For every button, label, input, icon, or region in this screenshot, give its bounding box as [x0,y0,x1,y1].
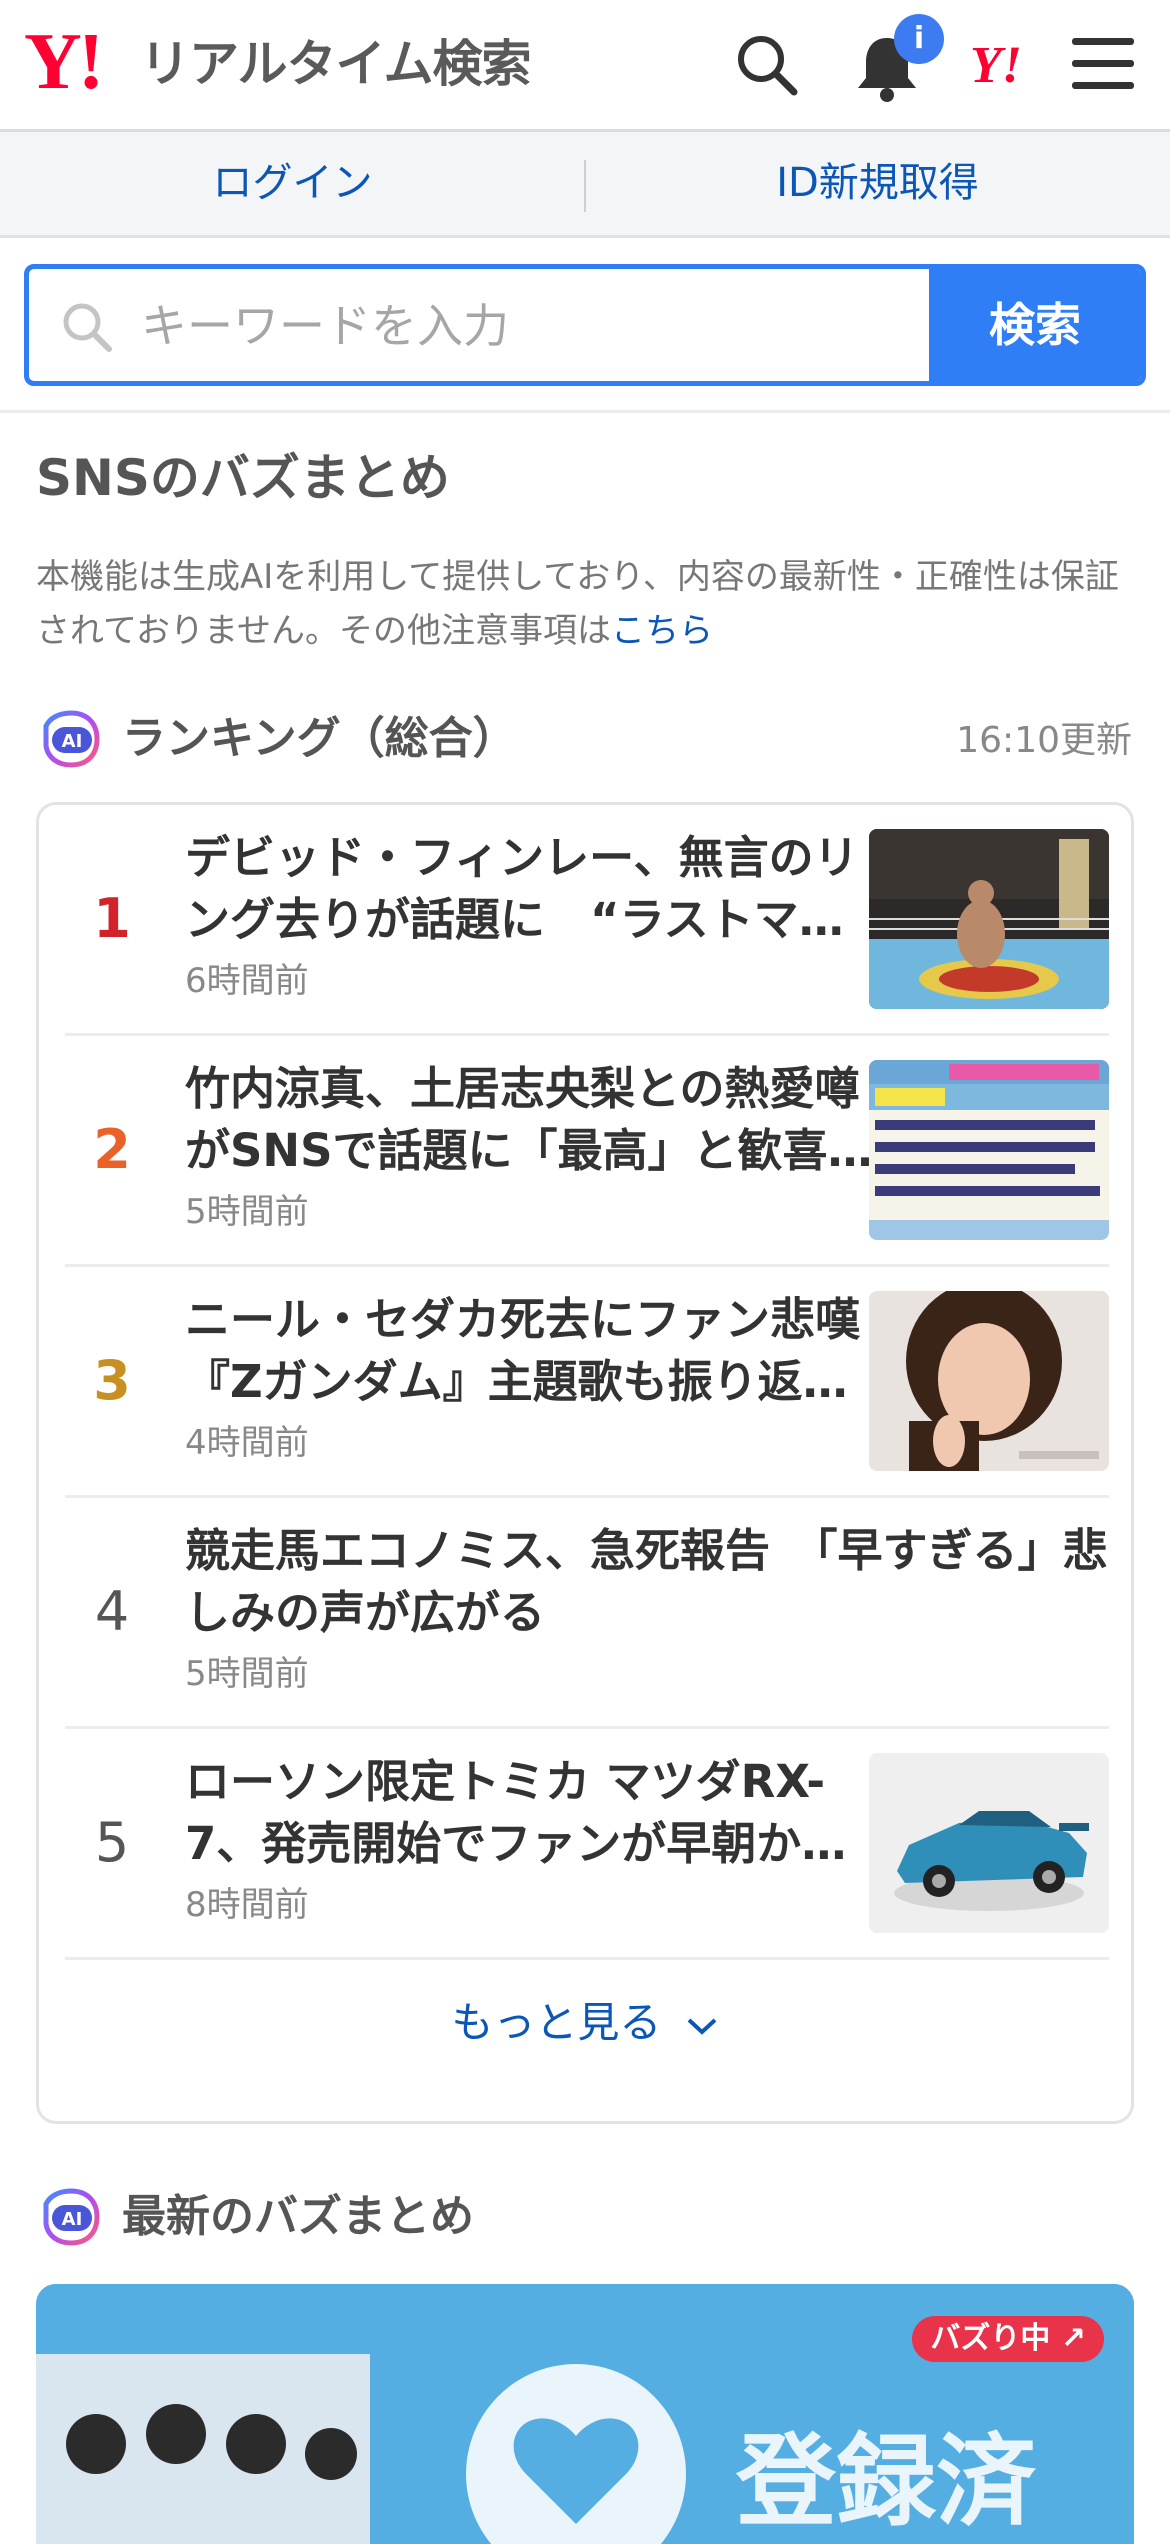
buzz-badge-label: バズり中 [930,2321,1051,2356]
ranking-item-title[interactable]: 竹内涼真、土居志央梨との熱愛噂がSNSで話題に「最高」と歓喜の声 [185,1058,885,1182]
rank-number: 3 [93,1349,131,1412]
ranking-item[interactable]: 1 デビッド・フィンレー、無言のリング去りが話題に “ラストマッチ” 6時間前 [65,805,1109,1036]
latest-overlay-text: 登録済 [735,2423,1037,2540]
ranking-updated-time: 16:10更新 [956,720,1132,761]
app-header: Y! リアルタイム検索 i Y! [0,0,1170,132]
ranking-item-time: 8時間前 [185,1885,309,1925]
ai-disclaimer: 本機能は生成AIを利用して提供しており、内容の最新性・正確性は保証されておりませ… [36,550,1136,658]
service-title[interactable]: リアルタイム検索 [140,34,531,94]
ranking-item-title[interactable]: 競走馬エコノミス、急死報告 「早すぎる」悲しみの声が広がる [185,1520,1115,1644]
ranking-item[interactable]: 2 竹内涼真、土居志央梨との熱愛噂がSNSで話題に「最高」と歓喜の声 5時間前 [65,1036,1109,1267]
trending-up-icon: ↗ [1060,2321,1086,2356]
ranking-item-time: 4時間前 [185,1423,309,1463]
rank-number: 2 [93,1118,131,1181]
login-link[interactable]: ログイン [0,132,585,235]
thumbnail-toy-car[interactable] [869,1753,1109,1933]
yahoo-logo-mark[interactable]: Y! [24,22,104,102]
ranking-title: ランキング（総合） [122,713,517,764]
ranking-item[interactable]: 4 競走馬エコノミス、急死報告 「早すぎる」悲しみの声が広がる 5時間前 [65,1498,1109,1729]
search-input[interactable] [139,269,943,381]
latest-header: AI 最新のバズまとめ [40,2186,840,2246]
thumbnail-idol-portrait[interactable] [869,1291,1109,1471]
thumbnail-wrestling-ring[interactable] [869,829,1109,1009]
disclaimer-link[interactable]: こちら [611,611,713,651]
ranking-item-title[interactable]: ニール・セダカ死去にファン悲嘆『Zガンダム』主題歌も振り返る声 [185,1289,885,1413]
search-bar: 検索 [24,264,1146,386]
ranking-card: 1 デビッド・フィンレー、無言のリング去りが話題に “ラストマッチ” 6時間前 … [36,802,1134,2124]
ranking-item-title[interactable]: ローソン限定トミカ マツダRX-7、発売開始でファンが早朝から行列 [185,1751,885,1875]
chevron-down-icon [687,2018,717,2035]
show-more-button[interactable]: もっと見る [39,1993,1131,2053]
ranking-item-title[interactable]: デビッド・フィンレー、無言のリング去りが話題に “ラストマッチ” [185,827,885,951]
hamburger-menu-icon[interactable] [1072,36,1134,92]
thumbnail-tv-caption[interactable] [869,1060,1109,1240]
show-more-label: もっと見る [451,1998,662,2047]
page-title: SNSのバズまとめ [36,449,450,507]
buzz-badge: バズり中 ↗ [912,2316,1104,2362]
search-field-icon [63,303,112,352]
ranking-header: AI ランキング（総合） [40,708,840,768]
ai-badge-label: AI [62,731,83,752]
yahoo-top-link[interactable]: Y! [970,36,1022,96]
auth-bar: ログイン ID新規取得 [0,132,1170,238]
disclaimer-text: 本機能は生成AIを利用して提供しており、内容の最新性・正確性は保証されておりませ… [36,557,1119,651]
ai-badge-icon: AI [43,710,100,768]
search-button[interactable]: 検索 [929,269,1141,381]
rank-number: 5 [94,1811,130,1874]
latest-buzz-card[interactable]: 登録済 バズり中 ↗ [36,2284,1134,2544]
ranking-item[interactable]: 5 ローソン限定トミカ マツダRX-7、発売開始でファンが早朝から行列 8時間前 [65,1729,1109,1960]
ai-badge-label: AI [62,2209,83,2230]
ranking-item-time: 6時間前 [185,961,309,1001]
rank-number: 1 [93,887,131,950]
ranking-item-time: 5時間前 [185,1192,309,1232]
register-link[interactable]: ID新規取得 [585,132,1170,235]
notification-badge: i [894,14,944,64]
section-divider [0,410,1170,413]
ranking-item[interactable]: 3 ニール・セダカ死去にファン悲嘆『Zガンダム』主題歌も振り返る声 4時間前 [65,1267,1109,1498]
ai-badge-icon: AI [43,2188,100,2246]
latest-title: 最新のバズまとめ [122,2191,474,2242]
rank-number: 4 [94,1580,130,1643]
ranking-item-time: 5時間前 [185,1654,309,1694]
search-icon[interactable] [732,30,802,100]
